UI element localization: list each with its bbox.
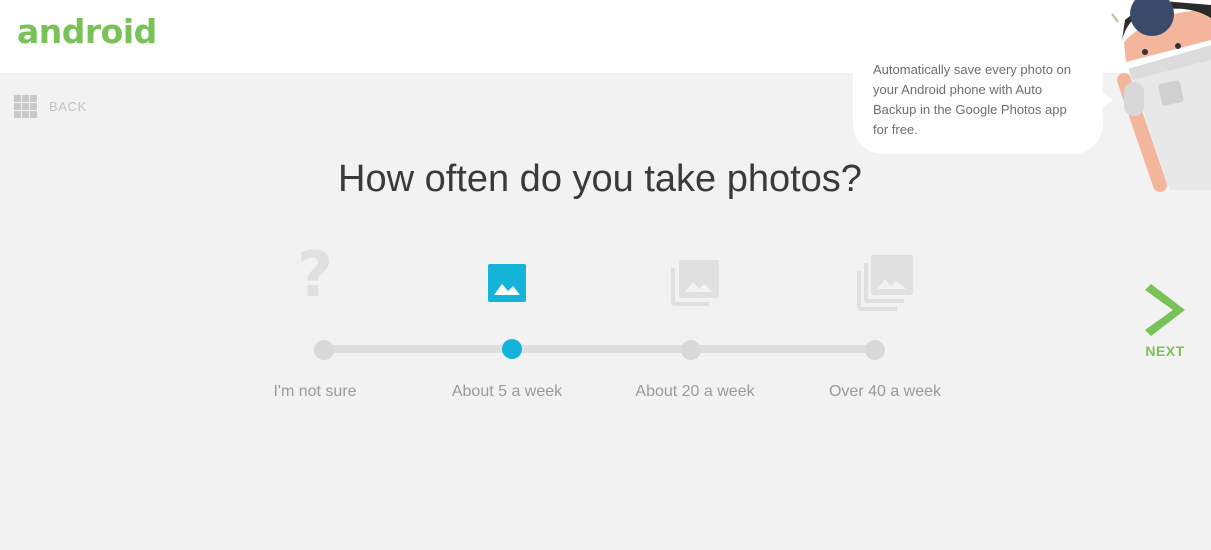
single-photo-icon[interactable] — [488, 264, 526, 302]
slider-stop-20-week[interactable] — [681, 340, 701, 360]
next-label: NEXT — [1145, 343, 1185, 359]
android-mascot-illustration — [1111, 0, 1211, 192]
android-logo[interactable]: android — [17, 12, 157, 51]
chevron-right-icon — [1145, 284, 1185, 336]
photo-stack-icon[interactable] — [671, 260, 719, 306]
option-label[interactable]: Over 40 a week — [785, 383, 985, 401]
question-mark-icon[interactable]: ? — [285, 244, 345, 306]
slider-stop-40-week[interactable] — [865, 340, 885, 360]
next-button[interactable]: NEXT — [1140, 284, 1190, 359]
large-photo-stack-icon[interactable] — [857, 255, 913, 311]
page-title: How often do you take photos? — [338, 158, 862, 200]
option-label[interactable]: I'm not sure — [215, 383, 415, 401]
back-button[interactable]: BACK — [14, 95, 87, 118]
frequency-slider-track[interactable] — [323, 345, 875, 353]
grid-icon — [14, 95, 37, 118]
back-label: BACK — [49, 99, 87, 114]
tooltip-bubble: Automatically save every photo on your A… — [853, 44, 1113, 154]
slider-stop-not-sure[interactable] — [314, 340, 334, 360]
slider-stop-5-week[interactable] — [502, 339, 522, 359]
option-label[interactable]: About 20 a week — [595, 383, 795, 401]
option-label[interactable]: About 5 a week — [407, 383, 607, 401]
